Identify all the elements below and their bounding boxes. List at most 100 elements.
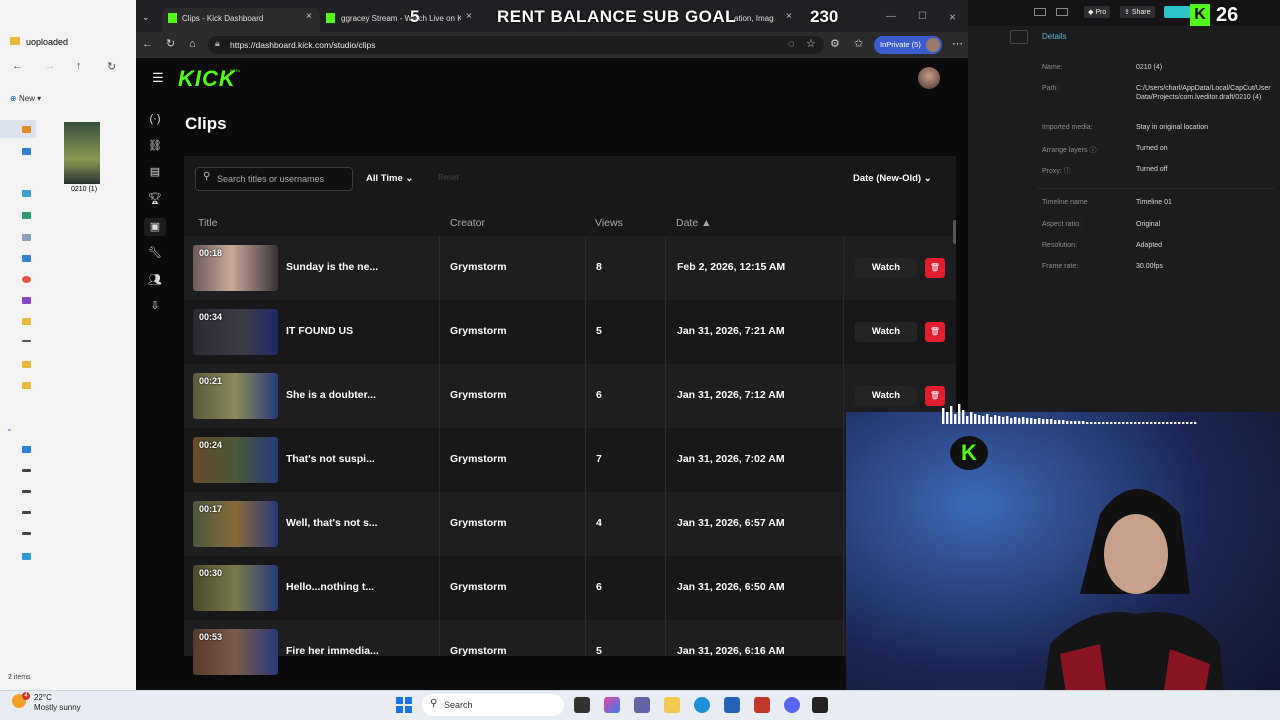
panel-toggle-icon[interactable] — [1010, 30, 1028, 44]
windows-start-icon[interactable] — [396, 697, 412, 713]
forward-arrow-icon[interactable]: → — [44, 60, 55, 72]
lock-icon[interactable]: 🔒︎ — [215, 38, 220, 49]
clip-title[interactable]: IT FOUND US — [286, 325, 353, 337]
drive-icon[interactable] — [22, 511, 31, 514]
clip-thumbnail[interactable]: 00:21 — [193, 373, 278, 419]
column-header-creator[interactable]: Creator — [450, 217, 485, 229]
documents-icon[interactable] — [22, 234, 31, 241]
downloads-icon[interactable] — [22, 212, 31, 219]
folder-icon[interactable] — [22, 361, 31, 368]
edge-icon[interactable] — [694, 697, 710, 713]
tracking-icon[interactable]: ◌ — [788, 38, 795, 50]
details-tab[interactable]: Details — [1042, 32, 1066, 41]
download-icon[interactable]: ⇩ — [146, 299, 164, 313]
link-icon[interactable]: ⛓ — [146, 139, 164, 153]
discord-icon[interactable] — [784, 697, 800, 713]
tab-label[interactable]: Clips - Kick Dashboard — [182, 8, 263, 30]
pc-icon[interactable] — [22, 446, 31, 453]
app-icon[interactable] — [754, 697, 770, 713]
close-tab-icon[interactable]: × — [786, 11, 792, 22]
close-tab-icon[interactable]: × — [306, 11, 312, 22]
hamburger-menu-icon[interactable]: ☰ — [152, 70, 164, 86]
taskbar-search[interactable]: Search — [422, 694, 564, 716]
clip-thumbnail[interactable]: 00:18 — [193, 245, 278, 291]
clip-thumbnail[interactable]: 00:53 — [193, 629, 278, 675]
more-menu-icon[interactable]: ⋯ — [952, 38, 963, 50]
analytics-icon[interactable]: ▤ — [146, 165, 164, 179]
close-window-icon[interactable]: × — [949, 10, 956, 24]
favorites-icon[interactable]: ✩ — [854, 38, 863, 50]
tab-ggracey-stream[interactable]: ggracey Stream - Watch Live on Kick — [341, 8, 461, 30]
pictures-icon[interactable] — [22, 255, 31, 262]
home-icon[interactable]: ⌂ — [189, 38, 196, 50]
capcut-icon[interactable] — [812, 697, 828, 713]
url-text[interactable]: https://dashboard.kick.com/studio/clips — [230, 36, 376, 54]
clip-title[interactable]: Fire her immedia... — [286, 645, 379, 657]
share-button[interactable]: ⇪ Share — [1120, 6, 1155, 18]
table-scrollbar[interactable] — [953, 220, 956, 244]
new-button[interactable]: ⊕ New ▾ — [10, 94, 41, 103]
clip-title[interactable]: Well, that's not s... — [286, 517, 378, 529]
sort-dropdown[interactable]: Date (New-Old) ⌄ — [853, 173, 932, 184]
clip-title[interactable]: Hello...nothing t... — [286, 581, 374, 593]
gallery-icon[interactable] — [22, 148, 31, 155]
refresh-icon[interactable]: ↻ — [107, 60, 116, 73]
clip-thumbnail[interactable]: 00:34 — [193, 309, 278, 355]
clip-title[interactable]: She is a doubter... — [286, 389, 376, 401]
clip-title[interactable]: Sunday is the ne... — [286, 261, 378, 273]
search-placeholder[interactable]: Search titles or usernames — [217, 174, 324, 184]
trophy-icon[interactable]: 🏆︎ — [146, 192, 164, 206]
drive-icon[interactable] — [22, 490, 31, 493]
layout-icon[interactable] — [1034, 8, 1046, 16]
folder-icon[interactable] — [22, 340, 31, 342]
minimize-icon[interactable]: — — [886, 11, 896, 22]
clips-icon[interactable]: ▣ — [146, 220, 164, 234]
folder-icon[interactable] — [22, 382, 31, 389]
maximize-icon[interactable]: ☐ — [918, 11, 927, 22]
delete-trash-icon[interactable]: 🗑︎ — [925, 322, 945, 342]
file-explorer-icon[interactable] — [664, 697, 680, 713]
reset-button[interactable]: Reset — [438, 173, 459, 182]
delete-trash-icon[interactable]: 🗑︎ — [925, 258, 945, 278]
clip-title[interactable]: That's not suspi... — [286, 453, 375, 465]
watch-button[interactable]: Watch — [855, 386, 917, 406]
column-header-date[interactable]: Date ▲ — [676, 217, 712, 229]
up-arrow-icon[interactable]: ↑ — [76, 60, 82, 72]
tools-icon[interactable]: 🔧︎ — [146, 246, 164, 260]
user-avatar[interactable] — [918, 67, 940, 89]
profile-avatar[interactable] — [926, 38, 940, 52]
column-header-views[interactable]: Views — [595, 217, 623, 229]
watch-button[interactable]: Watch — [855, 258, 917, 278]
copilot-icon[interactable] — [604, 697, 620, 713]
drive-icon[interactable] — [22, 532, 31, 535]
chevron-down-icon[interactable]: ⌄ — [6, 424, 13, 433]
music-icon[interactable] — [22, 276, 31, 283]
home-icon[interactable] — [22, 126, 31, 133]
back-arrow-icon[interactable]: ← — [12, 60, 23, 72]
store-icon[interactable] — [724, 697, 740, 713]
tab-list-icon[interactable]: ⌄ — [142, 12, 150, 23]
close-tab-icon[interactable]: × — [466, 11, 472, 22]
clip-thumbnail[interactable]: 00:17 — [193, 501, 278, 547]
stream-icon[interactable]: (·) — [146, 112, 164, 126]
desktop-icon[interactable] — [22, 190, 31, 197]
extensions-icon[interactable]: ⚙ — [830, 38, 840, 50]
column-header-title[interactable]: Title — [198, 217, 217, 229]
tab-third[interactable]: ation, Imag — [734, 8, 782, 30]
kick-logo[interactable]: KICK — [178, 66, 236, 92]
drive-icon[interactable] — [22, 469, 31, 472]
watch-button[interactable]: Watch — [855, 322, 917, 342]
folder-icon[interactable] — [22, 318, 31, 325]
videos-icon[interactable] — [22, 297, 31, 304]
teams-icon[interactable] — [634, 697, 650, 713]
clip-thumbnail[interactable]: 00:30 — [193, 565, 278, 611]
file-thumbnail[interactable] — [64, 122, 100, 184]
users-icon[interactable]: 👥︎ — [146, 273, 164, 287]
clip-thumbnail[interactable]: 00:24 — [193, 437, 278, 483]
task-view-icon[interactable] — [574, 697, 590, 713]
refresh-icon[interactable]: ↻ — [166, 38, 175, 50]
delete-trash-icon[interactable]: 🗑︎ — [925, 386, 945, 406]
pro-button[interactable]: ◆ Pro — [1084, 6, 1111, 18]
star-icon[interactable]: ☆ — [806, 38, 816, 50]
screen-icon[interactable] — [1056, 8, 1068, 16]
